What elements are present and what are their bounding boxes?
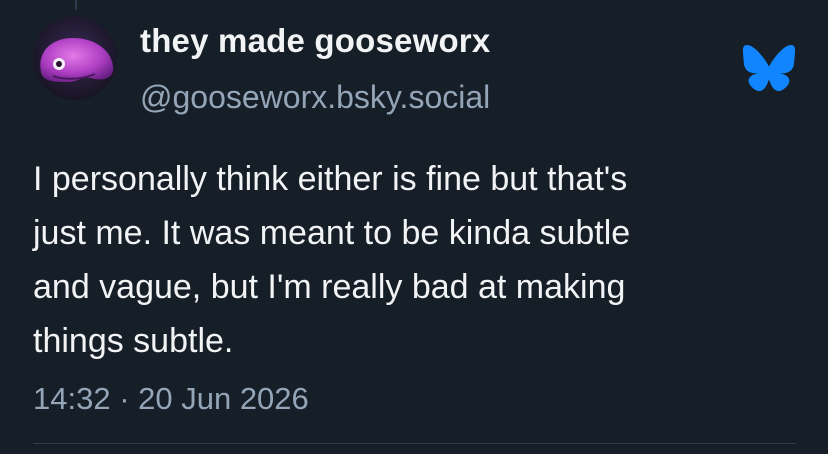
user-handle[interactable]: @gooseworx.bsky.social (140, 79, 490, 116)
post-text-line: and vague, but I'm really bad at making (33, 268, 626, 306)
avatar[interactable] (33, 16, 117, 100)
divider (33, 443, 796, 444)
post-text-line: things subtle. (33, 322, 234, 360)
post-text-line: just me. It was meant to be kinda subtle (33, 214, 631, 252)
thread-connector-line (75, 0, 77, 10)
display-name[interactable]: they made gooseworx (140, 22, 490, 60)
post-timestamp: 14:32 · 20 Jun 2026 (33, 381, 309, 416)
bluesky-butterfly-icon (742, 44, 796, 92)
post-body: I personally think either is fine but th… (33, 152, 803, 368)
post-text-line: I personally think either is fine but th… (33, 160, 628, 198)
avatar-image (33, 16, 117, 100)
